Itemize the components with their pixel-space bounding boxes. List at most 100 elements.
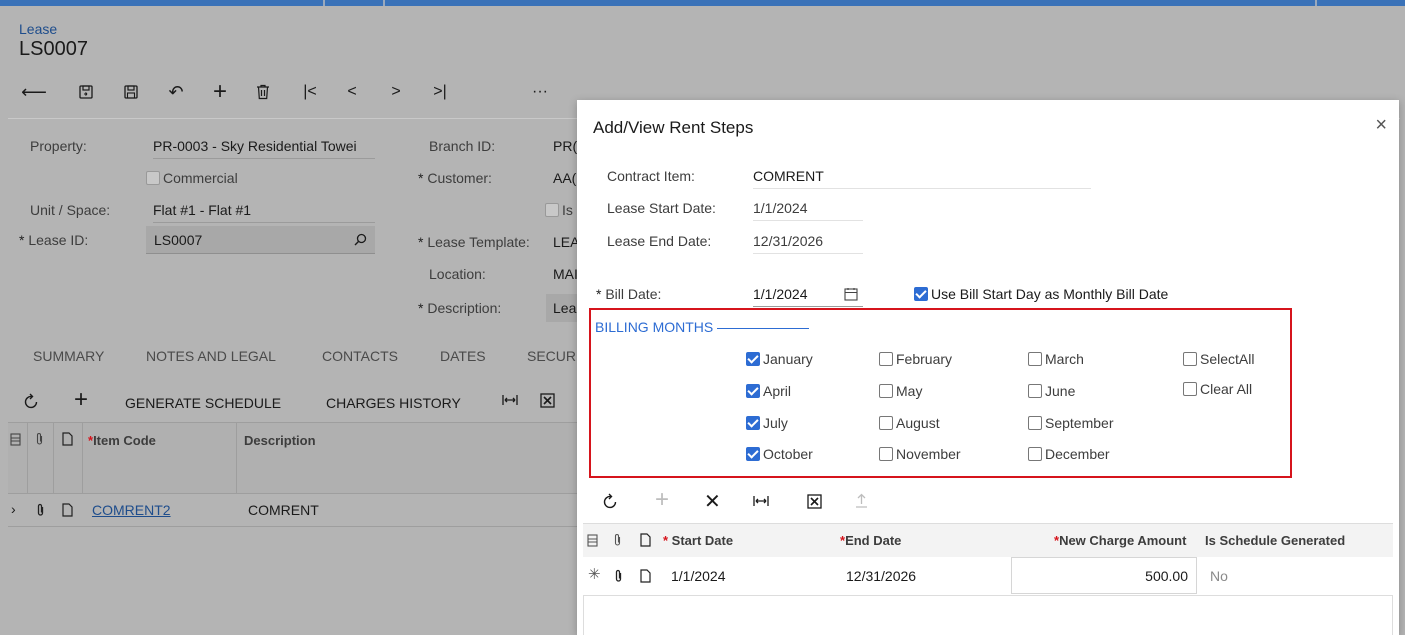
table-row[interactable]: ✳ 1/1/2024 12/31/2026 500.00 No	[583, 557, 1393, 596]
col-description[interactable]: Description	[244, 433, 316, 448]
month-august[interactable]: August	[879, 415, 940, 431]
tab-security[interactable]: SECUR	[527, 348, 576, 364]
tab-notes-and-legal[interactable]: NOTES AND LEGAL	[146, 348, 276, 364]
row-expand-icon[interactable]: ›	[11, 501, 16, 517]
grid-add-button[interactable]: +	[74, 386, 88, 414]
more-button[interactable]: ···	[526, 80, 554, 104]
refresh-icon[interactable]	[603, 493, 618, 509]
unit-field[interactable]: Flat #1 - Flat #1	[153, 202, 375, 223]
commercial-checkbox-box[interactable]	[146, 171, 160, 185]
lease-start-field[interactable]: 1/1/2024	[753, 200, 863, 221]
december-box[interactable]	[1028, 447, 1042, 461]
june-box[interactable]	[1028, 384, 1042, 398]
is-checkbox-box[interactable]	[545, 203, 559, 217]
subgrid-add-button[interactable]: +	[655, 486, 669, 514]
close-icon[interactable]: ×	[1375, 114, 1387, 137]
first-record-button[interactable]: |<	[296, 80, 324, 104]
attachment-icon[interactable]	[36, 503, 45, 517]
property-field[interactable]: PR-0003 - Sky Residential Towei	[153, 138, 375, 159]
customer-field[interactable]: AA(	[553, 170, 576, 186]
save-close-button[interactable]	[72, 80, 100, 104]
october-box[interactable]	[746, 447, 760, 461]
col-start-date[interactable]: * Start Date	[663, 533, 733, 548]
charge-amount-cell[interactable]: 500.00	[1011, 557, 1197, 594]
upload-icon[interactable]	[855, 493, 868, 508]
march-label: March	[1045, 351, 1084, 367]
january-box[interactable]	[746, 352, 760, 366]
breadcrumb[interactable]: Lease	[19, 21, 57, 37]
september-box[interactable]	[1028, 416, 1042, 430]
may-box[interactable]	[879, 384, 893, 398]
col-start-date-label: Start Date	[671, 533, 734, 548]
note-icon[interactable]	[62, 503, 73, 517]
month-june[interactable]: June	[1028, 383, 1075, 399]
location-field[interactable]: MAI	[553, 266, 578, 282]
lease-end-field[interactable]: 12/31/2026	[753, 233, 863, 254]
export-excel-button[interactable]	[540, 393, 555, 411]
attachment-icon[interactable]	[614, 569, 623, 583]
month-march[interactable]: March	[1028, 351, 1084, 367]
july-box[interactable]	[746, 416, 760, 430]
month-september[interactable]: September	[1028, 415, 1113, 431]
lease-id-field[interactable]: LS0007	[146, 226, 375, 254]
calendar-icon[interactable]	[844, 287, 858, 301]
tab-contacts[interactable]: CONTACTS	[322, 348, 398, 364]
month-december[interactable]: December	[1028, 446, 1110, 462]
use-bill-start-checkbox[interactable]: Use Bill Start Day as Monthly Bill Date	[914, 286, 1168, 302]
next-record-button[interactable]: >	[382, 80, 410, 104]
excel-icon[interactable]	[807, 494, 822, 509]
delete-button[interactable]	[249, 80, 277, 104]
november-box[interactable]	[879, 447, 893, 461]
prev-record-button[interactable]: <	[338, 80, 366, 104]
property-label: Property:	[30, 138, 87, 154]
is-checkbox[interactable]: Is	[545, 202, 573, 218]
lease-template-label: Lease Template:	[418, 234, 529, 250]
table-row[interactable]: › COMRENT2 COMRENT	[8, 494, 578, 527]
col-is-schedule-generated[interactable]: Is Schedule Generated	[1205, 533, 1345, 548]
save-button[interactable]	[117, 80, 145, 104]
billing-months-title: BILLING MONTHS	[595, 319, 810, 335]
use-bill-start-box[interactable]	[914, 287, 928, 301]
refresh-button[interactable]	[24, 393, 39, 414]
select-all[interactable]: SelectAll	[1183, 351, 1254, 367]
select-all-box[interactable]	[1183, 352, 1197, 366]
month-april[interactable]: April	[746, 383, 791, 399]
commercial-checkbox[interactable]: Commercial	[146, 170, 238, 186]
month-october[interactable]: October	[746, 446, 813, 462]
note-icon[interactable]	[640, 569, 651, 583]
contract-item-field[interactable]: COMRENT	[753, 168, 1091, 189]
col-new-charge-amount[interactable]: *New Charge Amount	[1054, 533, 1186, 548]
month-january[interactable]: January	[746, 351, 813, 367]
bill-date-field[interactable]: 1/1/2024	[753, 286, 863, 307]
month-july[interactable]: July	[746, 415, 788, 431]
generate-schedule-button[interactable]: GENERATE SCHEDULE	[125, 395, 281, 411]
item-code-link[interactable]: COMRENT2	[92, 502, 171, 518]
month-november[interactable]: November	[879, 446, 961, 462]
start-date-cell[interactable]: 1/1/2024	[671, 568, 726, 584]
subgrid-delete-button[interactable]: ✕	[704, 489, 721, 514]
august-box[interactable]	[879, 416, 893, 430]
last-record-button[interactable]: >|	[426, 80, 454, 104]
april-box[interactable]	[746, 384, 760, 398]
lease-template-field[interactable]: LEA	[553, 234, 579, 250]
end-date-cell[interactable]: 12/31/2026	[846, 568, 916, 584]
tab-dates[interactable]: DATES	[440, 348, 486, 364]
month-may[interactable]: May	[879, 383, 922, 399]
col-end-date[interactable]: *End Date	[840, 533, 901, 548]
search-icon[interactable]	[354, 233, 367, 246]
back-button[interactable]: ⟵	[20, 80, 48, 104]
lease-end-label: Lease End Date:	[607, 233, 712, 249]
fit-columns-icon[interactable]	[753, 494, 769, 508]
clear-all[interactable]: Clear All	[1183, 381, 1252, 397]
undo-button[interactable]: ↶	[162, 80, 190, 104]
col-item-code[interactable]: *Item Code	[88, 433, 156, 448]
charges-history-button[interactable]: CHARGES HISTORY	[326, 395, 461, 411]
february-box[interactable]	[879, 352, 893, 366]
tab-summary[interactable]: SUMMARY	[33, 348, 104, 364]
branch-field[interactable]: PR(	[553, 138, 577, 154]
month-february[interactable]: February	[879, 351, 952, 367]
fit-columns-button[interactable]	[502, 393, 518, 410]
clear-all-box[interactable]	[1183, 382, 1197, 396]
add-button[interactable]: +	[206, 78, 234, 105]
march-box[interactable]	[1028, 352, 1042, 366]
